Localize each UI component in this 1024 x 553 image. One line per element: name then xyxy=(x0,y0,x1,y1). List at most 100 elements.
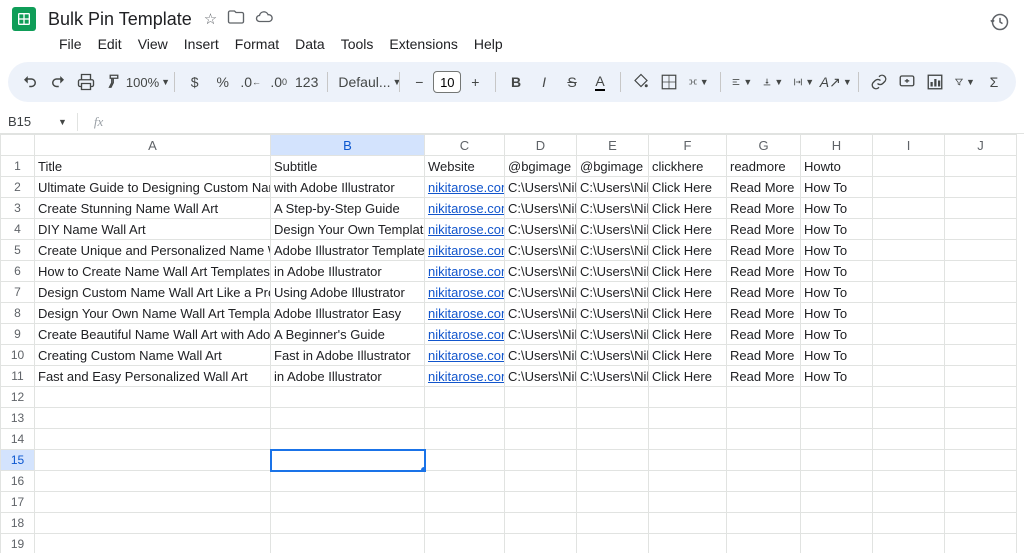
row-header-15[interactable]: 15 xyxy=(1,450,35,471)
cell-G6[interactable]: Read More xyxy=(727,261,801,282)
undo-button[interactable] xyxy=(18,68,42,96)
decrease-font-button[interactable]: − xyxy=(407,68,431,96)
sheets-logo[interactable] xyxy=(12,7,36,31)
currency-button[interactable]: $ xyxy=(183,68,207,96)
link-button[interactable] xyxy=(867,68,891,96)
cloud-status-icon[interactable] xyxy=(255,8,273,30)
cell-J19[interactable] xyxy=(945,534,1017,553)
cell-H17[interactable] xyxy=(801,492,873,513)
column-header-H[interactable]: H xyxy=(801,135,873,156)
cell-C19[interactable] xyxy=(425,534,505,553)
cell-F6[interactable]: Click Here xyxy=(649,261,727,282)
row-header-2[interactable]: 2 xyxy=(1,177,35,198)
cell-F15[interactable] xyxy=(649,450,727,471)
history-icon[interactable] xyxy=(990,12,1010,37)
cell-A3[interactable]: Create Stunning Name Wall Art xyxy=(35,198,271,219)
cell-B13[interactable] xyxy=(271,408,425,429)
cell-H3[interactable]: How To xyxy=(801,198,873,219)
cell-J2[interactable] xyxy=(945,177,1017,198)
cell-J18[interactable] xyxy=(945,513,1017,534)
cell-B11[interactable]: in Adobe Illustrator xyxy=(271,366,425,387)
cell-J12[interactable] xyxy=(945,387,1017,408)
cell-B2[interactable]: with Adobe Illustrator xyxy=(271,177,425,198)
cell-E7[interactable]: C:\Users\Nikita\Desktop xyxy=(577,282,649,303)
cell-H15[interactable] xyxy=(801,450,873,471)
cell-A12[interactable] xyxy=(35,387,271,408)
cell-C15[interactable] xyxy=(425,450,505,471)
cell-G19[interactable] xyxy=(727,534,801,553)
column-header-I[interactable]: I xyxy=(873,135,945,156)
cell-E19[interactable] xyxy=(577,534,649,553)
cell-E16[interactable] xyxy=(577,471,649,492)
cell-E18[interactable] xyxy=(577,513,649,534)
cell-H13[interactable] xyxy=(801,408,873,429)
cell-B6[interactable]: in Adobe Illustrator xyxy=(271,261,425,282)
cell-A4[interactable]: DIY Name Wall Art xyxy=(35,219,271,240)
name-box[interactable] xyxy=(8,114,52,129)
merge-button[interactable]: ▼ xyxy=(685,68,712,96)
font-size-input[interactable] xyxy=(433,71,461,93)
cell-J7[interactable] xyxy=(945,282,1017,303)
cell-A1[interactable]: Title xyxy=(35,156,271,177)
h-align-button[interactable]: ▼ xyxy=(728,68,755,96)
cell-B3[interactable]: A Step-by-Step Guide xyxy=(271,198,425,219)
font-size-control[interactable]: − + xyxy=(407,68,487,96)
cell-G9[interactable]: Read More xyxy=(727,324,801,345)
cell-H12[interactable] xyxy=(801,387,873,408)
cell-J9[interactable] xyxy=(945,324,1017,345)
cell-E13[interactable] xyxy=(577,408,649,429)
cell-A18[interactable] xyxy=(35,513,271,534)
paint-format-button[interactable] xyxy=(102,68,126,96)
cell-B10[interactable]: Fast in Adobe Illustrator xyxy=(271,345,425,366)
cell-I15[interactable] xyxy=(873,450,945,471)
cell-D17[interactable] xyxy=(505,492,577,513)
cell-B18[interactable] xyxy=(271,513,425,534)
cell-J5[interactable] xyxy=(945,240,1017,261)
cell-C11[interactable]: nikitarose.com xyxy=(425,366,505,387)
cell-G16[interactable] xyxy=(727,471,801,492)
cell-C7[interactable]: nikitarose.com xyxy=(425,282,505,303)
column-header-J[interactable]: J xyxy=(945,135,1017,156)
wrap-button[interactable]: ▼ xyxy=(790,68,817,96)
row-header-5[interactable]: 5 xyxy=(1,240,35,261)
cell-G12[interactable] xyxy=(727,387,801,408)
cell-I16[interactable] xyxy=(873,471,945,492)
cell-C17[interactable] xyxy=(425,492,505,513)
cell-E15[interactable] xyxy=(577,450,649,471)
row-header-14[interactable]: 14 xyxy=(1,429,35,450)
filter-button[interactable]: ▼ xyxy=(951,68,978,96)
cell-H5[interactable]: How To xyxy=(801,240,873,261)
cell-D9[interactable]: C:\Users\Nikita\Desktop xyxy=(505,324,577,345)
cell-A5[interactable]: Create Unique and Personalized Name Wall… xyxy=(35,240,271,261)
cell-J16[interactable] xyxy=(945,471,1017,492)
cell-A10[interactable]: Creating Custom Name Wall Art xyxy=(35,345,271,366)
row-header-18[interactable]: 18 xyxy=(1,513,35,534)
comment-button[interactable] xyxy=(895,68,919,96)
row-header-9[interactable]: 9 xyxy=(1,324,35,345)
cell-H4[interactable]: How To xyxy=(801,219,873,240)
cell-I3[interactable] xyxy=(873,198,945,219)
rotate-button[interactable]: A↗▼ xyxy=(821,68,850,96)
cell-D13[interactable] xyxy=(505,408,577,429)
cell-I12[interactable] xyxy=(873,387,945,408)
cell-C3[interactable]: nikitarose.com xyxy=(425,198,505,219)
column-header-F[interactable]: F xyxy=(649,135,727,156)
cell-H16[interactable] xyxy=(801,471,873,492)
cell-I11[interactable] xyxy=(873,366,945,387)
row-header-10[interactable]: 10 xyxy=(1,345,35,366)
cell-F14[interactable] xyxy=(649,429,727,450)
cell-J11[interactable] xyxy=(945,366,1017,387)
functions-button[interactable]: Σ xyxy=(982,68,1006,96)
row-header-17[interactable]: 17 xyxy=(1,492,35,513)
cell-H1[interactable]: Howto xyxy=(801,156,873,177)
cell-J1[interactable] xyxy=(945,156,1017,177)
menu-format[interactable]: Format xyxy=(228,32,286,56)
cell-C4[interactable]: nikitarose.com xyxy=(425,219,505,240)
cell-D5[interactable]: C:\Users\Nikita\Desktop xyxy=(505,240,577,261)
cell-D16[interactable] xyxy=(505,471,577,492)
cell-H14[interactable] xyxy=(801,429,873,450)
row-header-19[interactable]: 19 xyxy=(1,534,35,553)
cell-B8[interactable]: Adobe Illustrator Easy xyxy=(271,303,425,324)
cell-D15[interactable] xyxy=(505,450,577,471)
cell-A13[interactable] xyxy=(35,408,271,429)
